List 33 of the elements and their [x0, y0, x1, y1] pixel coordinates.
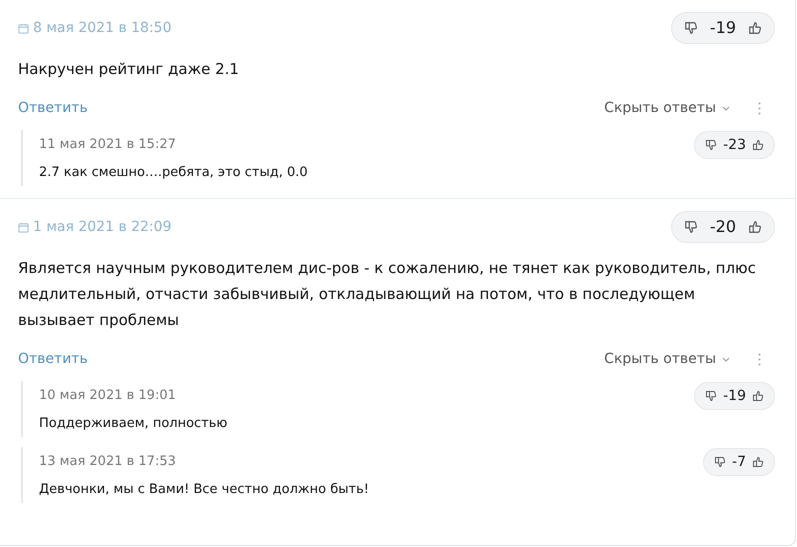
- thumbs-up-icon[interactable]: [752, 139, 764, 151]
- comment-date: 8 мая 2021 в 18:50: [33, 18, 172, 38]
- reply-date: 10 мая 2021 в 19:01: [39, 387, 176, 406]
- comment-date: 1 мая 2021 в 22:09: [33, 218, 172, 236]
- thumbs-down-icon[interactable]: [705, 139, 718, 151]
- thumbs-up-icon[interactable]: [752, 390, 764, 402]
- thumbs-up-icon[interactable]: [748, 21, 762, 35]
- thumbs-down-icon[interactable]: [714, 456, 726, 468]
- reply-text: Поддерживаем, полностью: [39, 415, 228, 433]
- toggle-replies-button[interactable]: Скрыть ответы: [604, 348, 730, 370]
- rating-score: -23: [723, 136, 746, 154]
- calendar-icon: [18, 22, 29, 34]
- thumbs-down-icon[interactable]: [684, 220, 698, 234]
- rating-score: -20: [710, 216, 736, 238]
- reply-text: Девчонки, мы с Вами! Все честно должно быть!: [39, 481, 370, 499]
- comment-text: Является научным руководителем дис-ров - к сожалению, не тянет как руководитель, плюс медлительный, отчасти забывчивый, откладывающий на потом, что в последующем вызывает проблемы: [18, 258, 757, 331]
- thumbs-down-icon[interactable]: [705, 390, 718, 402]
- calendar-icon: [18, 222, 29, 232]
- reply-link[interactable]: Ответить: [18, 98, 88, 118]
- chevron-down-icon: [722, 356, 730, 362]
- comment-text: Накручен рейтинг даже 2.1: [18, 59, 240, 80]
- rating-score: -7: [732, 452, 746, 472]
- thumbs-up-icon[interactable]: [748, 220, 762, 234]
- rating-score: -19: [710, 17, 736, 39]
- toggle-replies-button[interactable]: Скрыть ответы: [604, 98, 730, 118]
- reply-link[interactable]: Ответить: [18, 348, 88, 370]
- reply-date: 11 мая 2021 в 15:27: [39, 136, 176, 154]
- reply-text: 2.7 как смешно….ребята, это стыд, 0.0: [39, 164, 309, 182]
- reply-date: 13 мая 2021 в 17:53: [39, 453, 176, 472]
- rating-score: -19: [723, 386, 746, 406]
- thumbs-down-icon[interactable]: [684, 21, 698, 35]
- chevron-down-icon: [722, 106, 730, 110]
- thumbs-up-icon[interactable]: [752, 456, 764, 468]
